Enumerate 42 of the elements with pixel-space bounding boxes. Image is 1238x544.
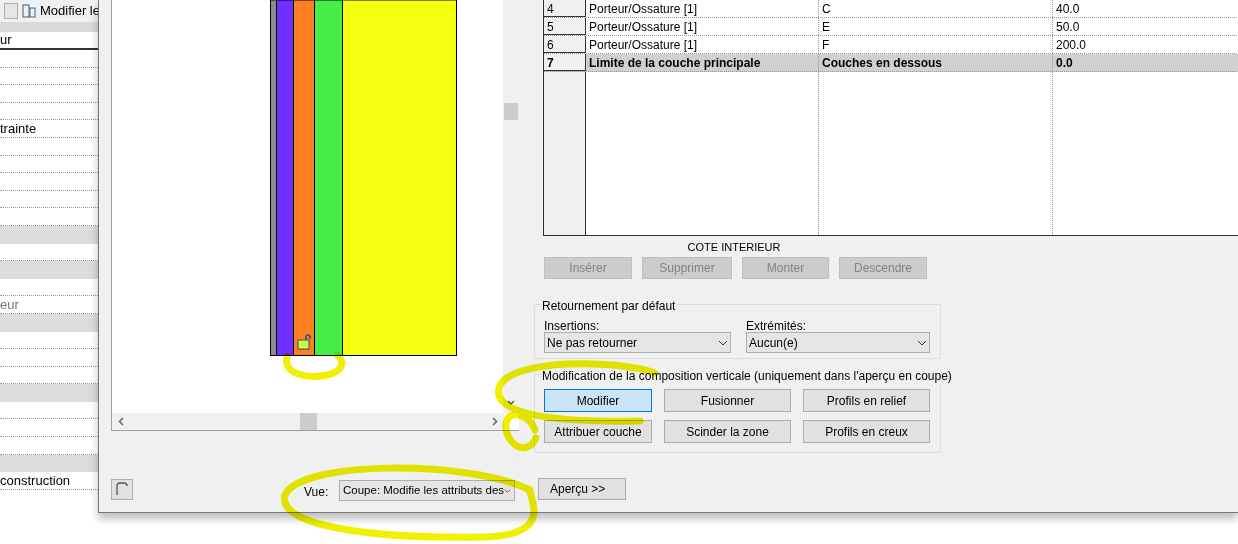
structure-tool-button[interactable]: Profils en creux bbox=[803, 420, 930, 443]
table-cell: C bbox=[819, 0, 1053, 17]
table-cell-text: 0.0 bbox=[1055, 55, 1074, 71]
horizontal-scrollbar[interactable] bbox=[112, 413, 504, 430]
highlighter-mark bbox=[283, 351, 346, 380]
caret-icon bbox=[504, 487, 511, 494]
ends-dropdown[interactable]: Aucun(e) bbox=[746, 332, 930, 353]
structure-tool-button[interactable]: Profils en relief bbox=[803, 389, 930, 412]
table-cell-text: 40.0 bbox=[1055, 1, 1081, 17]
structure-tool-button[interactable]: Fusionner bbox=[664, 389, 791, 412]
preview-button[interactable]: Aperçu >> bbox=[538, 478, 626, 500]
caret-icon bbox=[917, 339, 927, 346]
table-cell: Porteur/Ossature [1] bbox=[586, 36, 819, 53]
view-label: Vue: bbox=[304, 484, 329, 501]
field-label: Extrémités: bbox=[746, 318, 807, 332]
table-cell-text: 200.0 bbox=[1055, 37, 1088, 53]
vertical-scrollbar[interactable] bbox=[503, 0, 519, 413]
table-cell: Limite de la couche principale bbox=[586, 54, 819, 71]
table-cell: F bbox=[819, 36, 1053, 53]
inserts-dropdown[interactable]: Ne pas retourner bbox=[544, 332, 731, 353]
scroll-thumb[interactable] bbox=[504, 103, 518, 120]
field-label: Insertions: bbox=[544, 318, 601, 332]
table-cell: Couches en dessous bbox=[819, 54, 1053, 71]
scroll-left-icon[interactable] bbox=[118, 417, 124, 426]
row-number[interactable]: 5 bbox=[544, 18, 586, 35]
row-number[interactable]: 4 bbox=[544, 0, 586, 17]
structure-tool-button[interactable]: Scinder la zone bbox=[664, 420, 791, 443]
row-number[interactable]: 7 bbox=[544, 54, 586, 71]
view-dropdown[interactable]: Coupe: Modifie les attributs des bbox=[339, 480, 515, 501]
type-properties-icon[interactable] bbox=[22, 4, 36, 18]
scroll-right-icon[interactable] bbox=[492, 417, 498, 426]
structure-tool-button[interactable]: Modifier bbox=[544, 389, 652, 412]
table-cell: Porteur/Ossature [1] bbox=[586, 18, 819, 35]
lock-icon[interactable] bbox=[297, 334, 313, 350]
row-number[interactable]: 6 bbox=[544, 36, 586, 53]
caret-icon bbox=[718, 339, 728, 346]
table-cell-text: 50.0 bbox=[1055, 19, 1081, 35]
table-side-label: COTE INTERIEUR bbox=[687, 239, 781, 255]
table-cell: Porteur/Ossature [1] bbox=[586, 0, 819, 17]
table-cell: E bbox=[819, 18, 1053, 35]
scroll-down-icon[interactable] bbox=[507, 400, 515, 406]
scroll-thumb[interactable] bbox=[300, 413, 317, 430]
